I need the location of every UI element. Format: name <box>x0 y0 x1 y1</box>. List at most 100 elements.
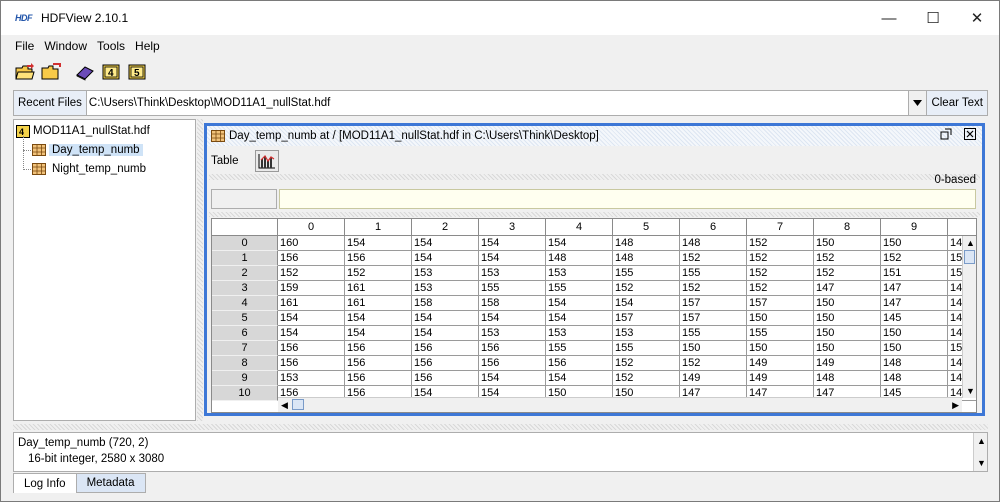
menu-tools[interactable]: Tools <box>97 39 125 53</box>
open-remote-button[interactable] <box>39 60 63 84</box>
table-cell[interactable]: 148 <box>613 236 680 251</box>
table-cell[interactable]: 152 <box>747 236 814 251</box>
table-cell[interactable]: 155 <box>479 281 546 296</box>
row-header[interactable]: 1 <box>212 251 278 266</box>
menu-file[interactable]: File <box>15 39 34 53</box>
table-cell[interactable]: 156 <box>345 371 412 386</box>
minimize-button[interactable]: — <box>867 1 911 35</box>
menu-window[interactable]: Window <box>44 39 87 53</box>
table-cell[interactable]: 155 <box>546 281 613 296</box>
table-cell[interactable]: 149 <box>747 371 814 386</box>
table-cell[interactable]: 156 <box>345 341 412 356</box>
table-cell[interactable]: 155 <box>680 266 747 281</box>
table-cell[interactable]: 152 <box>881 251 948 266</box>
table-cell[interactable]: 152 <box>680 356 747 371</box>
row-header[interactable]: 3 <box>212 281 278 296</box>
table-cell[interactable]: 156 <box>479 356 546 371</box>
table-cell[interactable]: 152 <box>747 281 814 296</box>
scroll-down-icon[interactable]: ▼ <box>966 386 975 396</box>
table-cell[interactable]: 160 <box>278 236 345 251</box>
table-cell[interactable]: 156 <box>278 251 345 266</box>
row-header[interactable]: 10 <box>212 386 278 401</box>
table-cell[interactable]: 153 <box>479 326 546 341</box>
recent-files-dropdown[interactable] <box>909 90 928 116</box>
menu-help[interactable]: Help <box>135 39 160 53</box>
table-cell[interactable]: 152 <box>345 266 412 281</box>
table-cell[interactable]: 155 <box>613 341 680 356</box>
users-guide-button[interactable] <box>73 60 97 84</box>
column-header[interactable]: 9 <box>881 219 948 236</box>
table-cell[interactable]: 152 <box>747 266 814 281</box>
table-cell[interactable]: 152 <box>613 356 680 371</box>
table-cell[interactable]: 154 <box>345 326 412 341</box>
tab-log-info[interactable]: Log Info <box>13 473 77 493</box>
table-cell[interactable]: 154 <box>345 236 412 251</box>
scroll-up-icon[interactable]: ▲ <box>977 436 986 446</box>
table-cell[interactable]: 148 <box>881 356 948 371</box>
vertical-scrollbar[interactable]: ▲ ▼ <box>962 236 976 398</box>
scroll-left-icon[interactable]: ◀ <box>281 400 288 410</box>
column-header[interactable]: 7 <box>747 219 814 236</box>
table-cell[interactable]: 150 <box>814 311 881 326</box>
table-cell[interactable]: 150 <box>881 326 948 341</box>
table-cell[interactable]: 150 <box>814 341 881 356</box>
table-cell[interactable]: 161 <box>278 296 345 311</box>
table-cell[interactable]: 150 <box>747 341 814 356</box>
table-cell[interactable]: 156 <box>546 356 613 371</box>
table-cell[interactable]: 155 <box>680 326 747 341</box>
table-cell[interactable]: 145 <box>881 311 948 326</box>
table-cell[interactable]: 154 <box>412 311 479 326</box>
table-cell[interactable]: 155 <box>613 266 680 281</box>
maximize-button[interactable]: ☐ <box>911 1 955 35</box>
close-button[interactable]: ✕ <box>955 1 999 35</box>
table-cell[interactable]: 157 <box>680 311 747 326</box>
table-cell[interactable]: 154 <box>278 311 345 326</box>
table-cell[interactable]: 152 <box>814 266 881 281</box>
table-cell[interactable]: 147 <box>881 296 948 311</box>
scroll-up-icon[interactable]: ▲ <box>966 238 975 248</box>
vertical-scroll-thumb[interactable] <box>964 250 975 264</box>
bottom-splitter[interactable] <box>13 424 988 430</box>
row-header[interactable]: 4 <box>212 296 278 311</box>
table-cell[interactable]: 153 <box>412 281 479 296</box>
column-header[interactable]: 3 <box>479 219 546 236</box>
table-cell[interactable]: 154 <box>278 326 345 341</box>
table-cell[interactable]: 148 <box>680 236 747 251</box>
table-cell[interactable]: 152 <box>613 281 680 296</box>
row-header[interactable]: 7 <box>212 341 278 356</box>
hdf5-library-button[interactable]: 5 <box>125 60 149 84</box>
table-cell[interactable]: 150 <box>814 326 881 341</box>
tab-metadata[interactable]: Metadata <box>76 473 146 493</box>
horizontal-scroll-thumb[interactable] <box>292 399 304 410</box>
table-cell[interactable]: 148 <box>814 371 881 386</box>
column-header[interactable] <box>948 219 976 236</box>
menu-table[interactable]: Table <box>211 155 239 167</box>
row-header[interactable]: 9 <box>212 371 278 386</box>
row-header[interactable]: 2 <box>212 266 278 281</box>
table-cell[interactable]: 149 <box>747 356 814 371</box>
hdf4-library-button[interactable]: 4 <box>99 60 123 84</box>
tree-item-day-temp-numb[interactable]: Day_temp_numb <box>32 141 143 159</box>
table-cell[interactable]: 153 <box>278 371 345 386</box>
table-cell[interactable]: 150 <box>881 236 948 251</box>
table-cell[interactable]: 159 <box>278 281 345 296</box>
table-cell[interactable]: 156 <box>412 341 479 356</box>
column-header[interactable]: 2 <box>412 219 479 236</box>
tree-item-night-temp-numb[interactable]: Night_temp_numb <box>32 160 149 178</box>
clear-text-button[interactable]: Clear Text <box>927 90 988 116</box>
table-cell[interactable]: 158 <box>479 296 546 311</box>
table-cell[interactable]: 154 <box>479 251 546 266</box>
table-cell[interactable]: 149 <box>680 371 747 386</box>
column-header[interactable]: 4 <box>546 219 613 236</box>
table-cell[interactable]: 151 <box>881 266 948 281</box>
dataset-window-titlebar[interactable]: Day_temp_numb at / [MOD11A1_nullStat.hdf… <box>207 126 982 146</box>
column-header[interactable]: 1 <box>345 219 412 236</box>
horizontal-scrollbar[interactable]: ◀ ▶ <box>278 397 962 412</box>
table-cell[interactable]: 154 <box>479 236 546 251</box>
table-cell[interactable]: 148 <box>613 251 680 266</box>
table-cell[interactable]: 147 <box>814 281 881 296</box>
open-file-button[interactable] <box>13 60 37 84</box>
table-cell[interactable]: 152 <box>278 266 345 281</box>
table-cell[interactable]: 154 <box>546 236 613 251</box>
table-cell[interactable]: 152 <box>680 281 747 296</box>
